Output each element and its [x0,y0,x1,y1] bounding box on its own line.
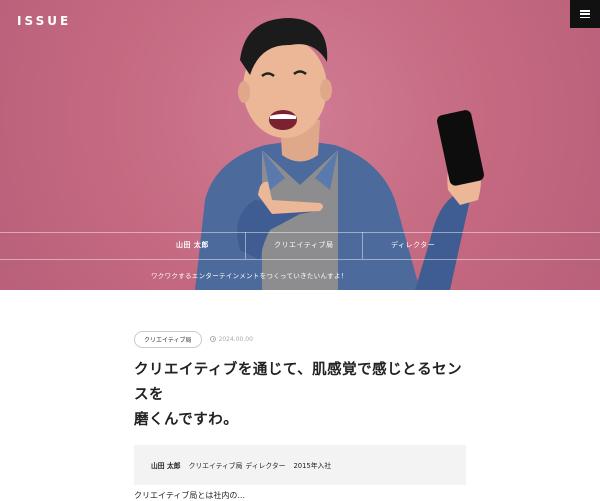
hero-person-name: 山田 太郎 [176,241,209,249]
hamburger-icon [580,10,590,18]
article-meta: クリエイティブ局 2024.00.00 [134,330,466,348]
hero-person-role: ディレクター [391,241,436,249]
hero-divider-top [0,232,600,233]
publish-date: 2024.00.00 [209,335,253,343]
hero-divider-v1 [245,232,246,259]
profile-joined: 2015年入社 [293,462,332,470]
profile-box: 山田 太郎 クリエイティブ局 ディレクター 2015年入社 [134,445,466,485]
article-title-line1: クリエイティブを通じて、肌感覚で感じとるセンスを [134,362,463,403]
article: クリエイティブ局 2024.00.00 クリエイティブを通じて、肌感覚で感じとる… [134,330,466,485]
hero-divider-bottom [0,259,600,260]
hero-section: ISSUE 山田 太郎 クリエイティブ局 ディレクター ワクワクするエンターテイ… [0,0,600,290]
profile-name: 山田 太郎 [151,462,181,470]
profile-department: クリエイティブ局 [188,462,243,470]
article-body-start: クリエイティブ局とは社内の... [134,491,245,500]
article-title: クリエイティブを通じて、肌感覚で感じとるセンスを 磨くんですわ。 [134,358,474,433]
site-logo[interactable]: ISSUE [17,14,71,28]
menu-button[interactable] [570,0,600,28]
hero-divider-v2 [362,232,363,259]
article-title-line2: 磨くんですわ。 [134,412,239,428]
hero-quote: ワクワクするエンターテインメントをつくっていきたいんすよ！ [151,272,348,280]
hero-person-department: クリエイティブ局 [274,241,334,249]
category-tag[interactable]: クリエイティブ局 [134,330,202,348]
profile-role: ディレクター [245,462,286,470]
publish-date-text: 2024.00.00 [218,335,253,343]
clock-icon [209,336,216,342]
